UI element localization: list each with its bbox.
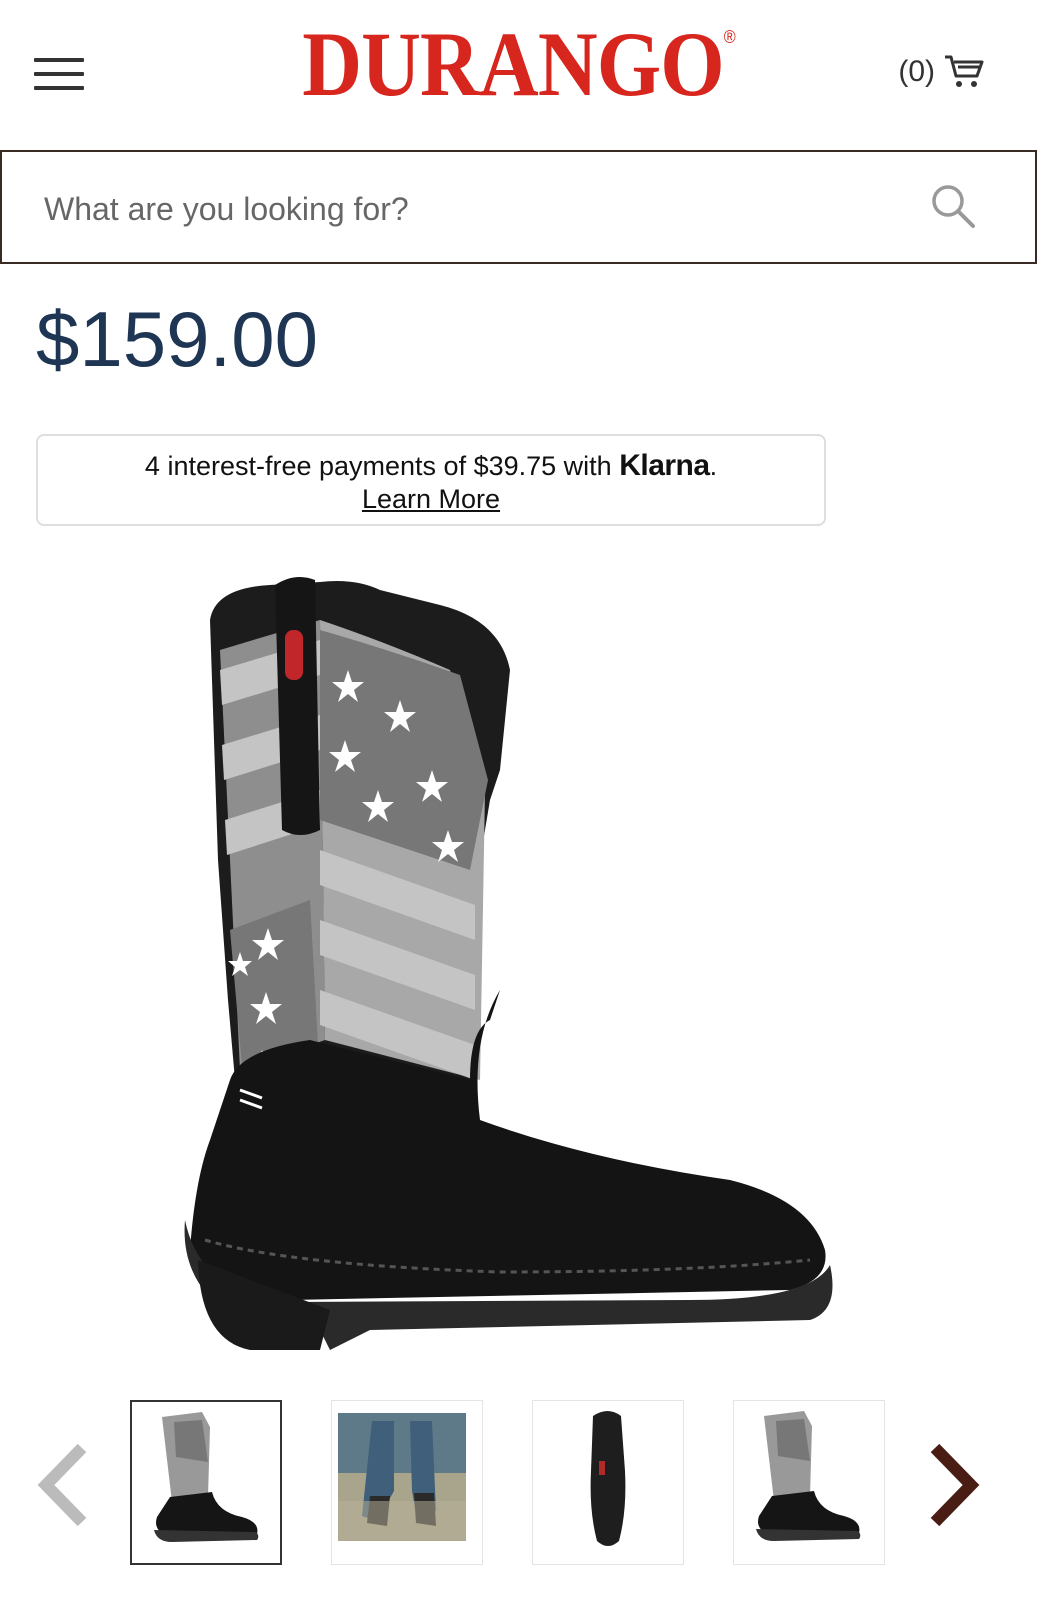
site-header: DURANGO® (0)	[0, 0, 1037, 150]
thumbnail-3[interactable]	[532, 1400, 684, 1565]
thumbnail-4[interactable]	[733, 1400, 885, 1565]
cart-count: (0)	[898, 55, 935, 88]
registered-mark: ®	[723, 27, 736, 47]
search-bar	[0, 150, 1037, 264]
klarna-learn-more-link[interactable]: Learn More	[362, 482, 500, 516]
cart-button[interactable]: (0)	[898, 54, 985, 90]
boot-sole-thumbnail-image	[590, 1411, 626, 1546]
klarna-brand: Klarna	[619, 449, 710, 482]
thumbnail-2[interactable]	[331, 1400, 483, 1565]
klarna-payment-banner: 4 interest-free payments of $39.75 with …	[36, 434, 826, 526]
search-input[interactable]	[42, 180, 876, 238]
klarna-text: 4 interest-free payments of $39.75 with …	[38, 450, 824, 482]
klarna-text-prefix: 4 interest-free payments of $39.75 with	[144, 451, 620, 481]
chevron-right-icon[interactable]	[925, 1440, 981, 1530]
boot-thumbnail-image	[154, 1412, 259, 1542]
boot-alt-thumbnail-image	[756, 1411, 861, 1541]
search-icon[interactable]	[929, 182, 977, 230]
cart-icon	[945, 55, 984, 87]
chevron-left-icon[interactable]	[36, 1440, 92, 1530]
product-price: $159.00	[36, 295, 318, 383]
durango-logo[interactable]: DURANGO®	[52, 18, 985, 110]
logo-text: DURANGO	[302, 13, 724, 115]
boots-outdoor-thumbnail-image	[338, 1413, 466, 1541]
thumbnail-1[interactable]	[130, 1400, 282, 1565]
klarna-text-suffix: .	[709, 451, 718, 481]
product-image-boot[interactable]	[170, 560, 870, 1360]
